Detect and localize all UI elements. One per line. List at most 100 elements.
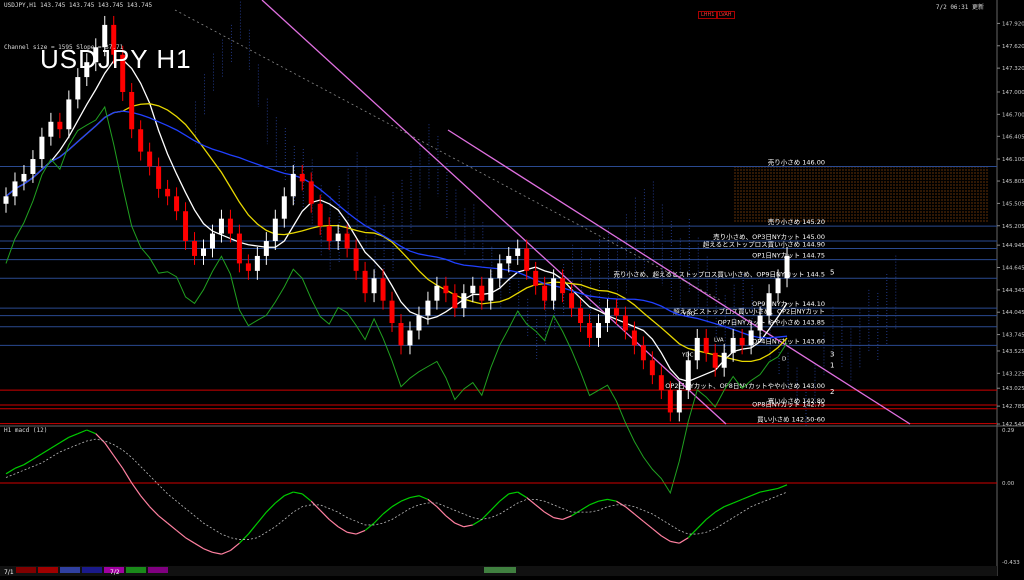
x-tick-label: 7/2: [110, 569, 120, 576]
candle-body: [748, 330, 754, 346]
candle-body: [524, 248, 530, 271]
candle-body: [721, 352, 727, 368]
candle-body: [479, 285, 485, 301]
candle-body: [775, 278, 781, 294]
macd-main-segment: [508, 491, 518, 495]
macd-main-segment: [696, 519, 707, 530]
candle-body: [299, 173, 305, 182]
level-label: 売り小さめ、超えるとストップロス買い小さめ、OP9日NYカット 144.5: [614, 269, 825, 278]
candle-body: [569, 293, 575, 309]
side-mark: 3: [830, 351, 834, 359]
macd-main-segment: [59, 436, 70, 444]
candle-body: [587, 323, 593, 338]
candle-body: [57, 121, 63, 130]
macd-main-segment: [373, 513, 384, 524]
macd-main-segment: [391, 500, 402, 508]
macd-main-segment: [409, 495, 420, 499]
candle-body: [362, 270, 368, 294]
candle-body: [281, 196, 287, 219]
macd-main-segment: [310, 500, 321, 511]
y-tick-label: 144.945: [1002, 243, 1024, 249]
macd-main-segment: [651, 528, 662, 537]
box-label: YDO: [682, 312, 696, 318]
y-tick-label: 145.505: [1002, 201, 1024, 207]
macd-main-segment: [634, 513, 644, 522]
macd-main-segment: [238, 533, 249, 544]
candle-body: [667, 390, 673, 413]
candle-body: [560, 278, 566, 294]
macd-main-segment: [319, 509, 330, 520]
candle-body: [766, 293, 772, 316]
macd-main-segment: [212, 551, 222, 555]
chart-title: USDJPY H1: [40, 44, 192, 74]
time-bar-block: [148, 567, 168, 573]
y-tick-label: 146.100: [1002, 157, 1024, 163]
macd-main-segment: [678, 537, 689, 544]
macd-main-segment: [149, 506, 160, 517]
macd-main-segment: [14, 464, 25, 469]
macd-main-segment: [131, 482, 142, 497]
macd-main-segment: [598, 498, 608, 502]
macd-main-segment: [5, 467, 16, 475]
time-bar-block: [38, 567, 58, 573]
macd-main-segment: [499, 493, 510, 502]
candle-body: [515, 248, 521, 256]
price-chart[interactable]: 売り小さめ 146.00売り小さめ 145.20売り小さめ、OP3日NYカット …: [0, 0, 1024, 576]
candle-body: [218, 218, 224, 234]
macd-main-segment: [68, 433, 79, 438]
y-tick-label: 144.045: [1002, 310, 1024, 316]
macd-main-segment: [616, 500, 626, 508]
candle-body: [703, 337, 709, 353]
candle-body: [443, 285, 449, 294]
macd-main-segment: [293, 491, 303, 495]
macd-main-segment: [104, 442, 115, 456]
candle-body: [12, 181, 18, 197]
macd-main-segment: [265, 502, 276, 513]
level-label: 超えるとストップロス買い小さめ、OP2日NYカット: [673, 307, 825, 316]
macd-main-segment: [355, 529, 366, 535]
channel-lower: [447, 129, 911, 425]
candle-body: [434, 285, 440, 301]
candle-body: [533, 270, 539, 286]
candle-body: [658, 375, 664, 391]
candle-body: [308, 181, 314, 204]
candle-body: [344, 233, 350, 249]
macd-main-segment: [328, 518, 339, 528]
macd-main-segment: [382, 506, 393, 515]
candle-body: [622, 315, 628, 331]
y-tick-label: 143.225: [1002, 371, 1024, 377]
macd-main-segment: [777, 484, 788, 489]
candle-body: [138, 129, 144, 152]
macd-main-segment: [732, 498, 743, 504]
ma-blue: [5, 110, 788, 339]
candle-body: [425, 300, 431, 316]
macd-main-segment: [517, 491, 527, 499]
macd-y-tick-label: 0.29: [1002, 428, 1015, 434]
candle-body: [209, 233, 215, 249]
macd-main-segment: [580, 504, 590, 511]
macd-main-segment: [687, 528, 698, 539]
side-mark: 2: [830, 388, 834, 396]
macd-main-segment: [400, 496, 411, 502]
candle-body: [75, 77, 81, 100]
macd-main-segment: [256, 511, 267, 524]
candle-body: [613, 308, 619, 316]
box-label: LVA: [714, 338, 724, 344]
candle-body: [497, 263, 503, 279]
candle-body: [192, 241, 198, 256]
macd-main-segment: [113, 455, 124, 469]
datetime: 7/2 06:31 更新: [935, 4, 984, 11]
macd-main-segment: [750, 491, 761, 497]
macd-main-segment: [194, 542, 204, 550]
macd-main-segment: [23, 458, 34, 466]
macd-main-segment: [463, 524, 473, 528]
candle-body: [290, 173, 296, 197]
candle-body: [596, 323, 601, 338]
time-bar-block: [82, 567, 102, 573]
ma-yellow: [5, 103, 788, 362]
y-tick-label: 147.620: [1002, 44, 1024, 50]
macd-main-segment: [185, 537, 195, 544]
candle-body: [147, 151, 153, 167]
macd-signal-line: [5, 438, 788, 540]
level-label: OP8日NYカット 142.75: [752, 401, 825, 409]
